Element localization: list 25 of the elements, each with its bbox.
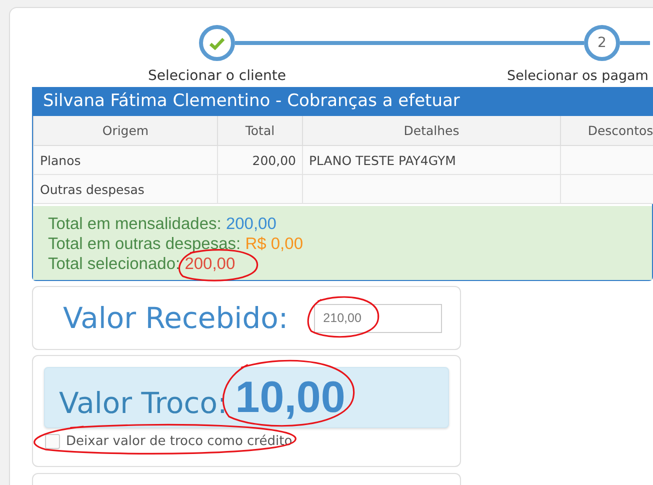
table-cell: Planos — [34, 146, 218, 174]
summary-label: Total em outras despesas: — [48, 235, 241, 253]
summary-value: 200,00 — [184, 255, 236, 273]
column-header: Detalhes — [302, 116, 560, 146]
summary-label: Total selecionado: — [48, 255, 180, 273]
summary-value: 200,00 — [226, 215, 276, 233]
step-label: Selecionar os pagam — [507, 68, 648, 84]
checkbox-label: Deixar valor de troco como crédito — [66, 434, 292, 449]
checkbox[interactable] — [45, 434, 60, 449]
column-header: Origem — [34, 116, 218, 146]
change-label: Valor Troco: — [59, 386, 228, 420]
table-cell: 200,00 — [218, 146, 302, 174]
step-number: 2 — [584, 25, 620, 61]
received-label: Valor Recebido: — [63, 301, 288, 335]
table-cell: Outras despesas — [34, 174, 218, 204]
step-label: Selecionar o cliente — [148, 68, 286, 84]
column-header: Total — [218, 116, 302, 146]
summary-value: R$ 0,00 — [245, 235, 303, 253]
column-header: Descontos — [560, 116, 653, 146]
change-value: 10,00 — [235, 372, 346, 422]
table-cell: PLANO TESTE PAY4GYM — [302, 146, 560, 174]
amount-field[interactable]: 210,00 — [314, 304, 442, 332]
summary-label: Total em mensalidades: — [48, 215, 222, 233]
check-icon — [209, 36, 225, 50]
panel-title: Silvana Fátima Clementino - Cobranças a efetuar — [33, 88, 652, 116]
